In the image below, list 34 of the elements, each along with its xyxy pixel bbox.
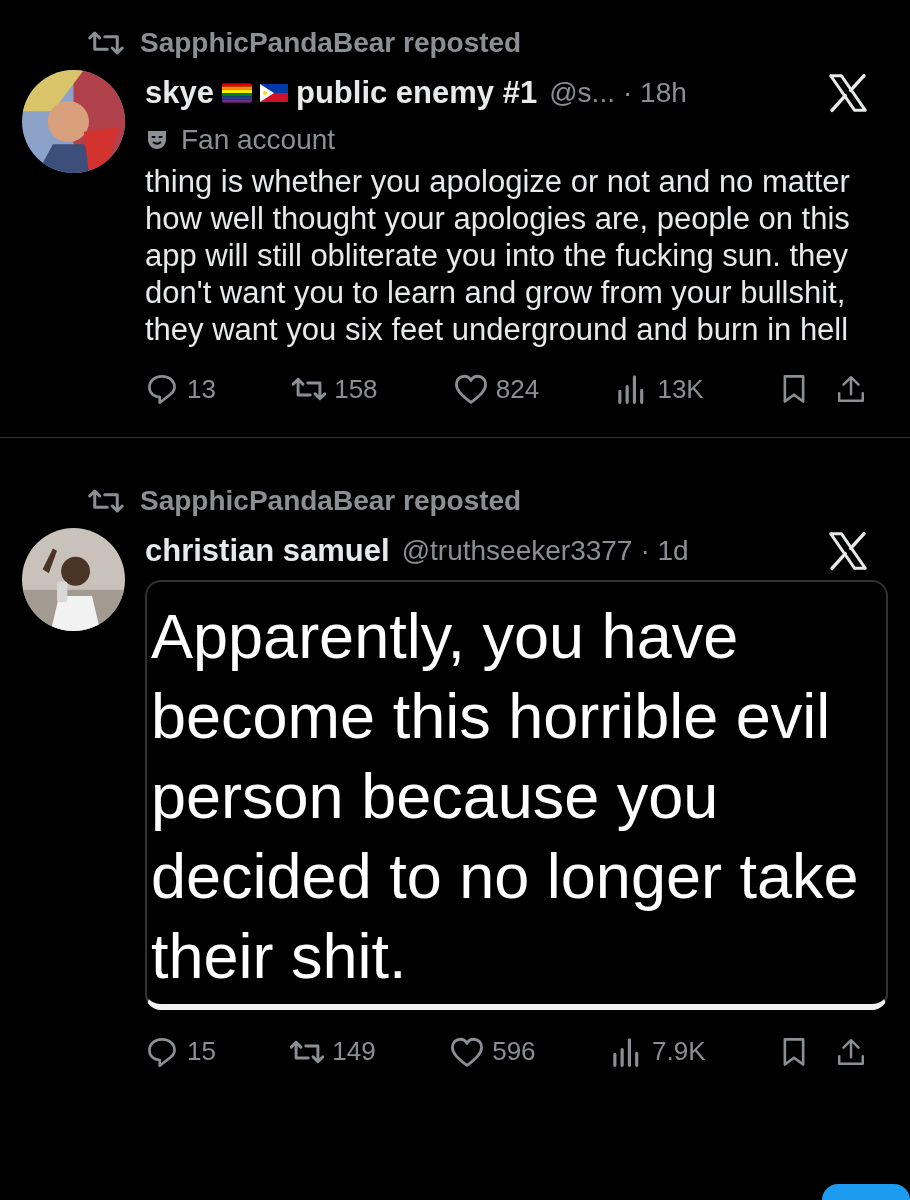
logo-icon bbox=[828, 73, 868, 114]
like-button[interactable]: 824 bbox=[453, 369, 540, 409]
repost-label: SapphicPandaBear reposted bbox=[140, 26, 522, 60]
share-icon bbox=[835, 1036, 866, 1067]
repost-button[interactable]: 158 bbox=[292, 369, 378, 409]
views-button[interactable]: 13K bbox=[615, 369, 704, 409]
display-name: christian samuel bbox=[145, 531, 390, 570]
logo-icon bbox=[828, 530, 868, 571]
timestamp: · 1d bbox=[640, 533, 689, 568]
share-button[interactable] bbox=[835, 1036, 866, 1067]
views-button[interactable]: 7.9K bbox=[610, 1032, 706, 1071]
image-text: Apparently, you have become this horrible evil person because you decided to no longer take their shit. bbox=[151, 600, 860, 993]
like-button[interactable]: 596 bbox=[450, 1032, 536, 1071]
handle: @s... bbox=[549, 76, 615, 111]
share-button[interactable] bbox=[835, 374, 866, 404]
pride-flag-icon bbox=[221, 83, 252, 104]
display-name: skye bbox=[145, 74, 214, 112]
handle: @truthseeker3377 bbox=[401, 533, 633, 568]
reply-icon bbox=[145, 1035, 179, 1068]
repost-label: SapphicPandaBear reposted bbox=[140, 483, 522, 518]
reply-button[interactable]: 15 bbox=[145, 1032, 216, 1071]
reply-button[interactable]: 13 bbox=[145, 369, 216, 409]
share-icon bbox=[835, 374, 866, 404]
account-label: Fan account bbox=[181, 122, 336, 157]
heart-icon bbox=[450, 1035, 485, 1068]
repost-icon bbox=[86, 28, 126, 58]
repost-button[interactable]: 149 bbox=[290, 1032, 376, 1071]
timestamp: · 18h bbox=[622, 76, 687, 111]
display-name: public enemy #1 bbox=[295, 74, 538, 112]
heart-icon bbox=[453, 373, 488, 405]
compose-button[interactable] bbox=[822, 1184, 910, 1200]
reply-icon bbox=[145, 373, 179, 405]
flag-icon bbox=[259, 83, 288, 104]
tweet-text: thing is whether you apologize or not and no matter how well thought your apologies are, people on this app will still obliterate you into the fucking sun. they don't want you to learn and grow from your bullshit, they want you six feet underground and burn in hell bbox=[145, 162, 851, 348]
